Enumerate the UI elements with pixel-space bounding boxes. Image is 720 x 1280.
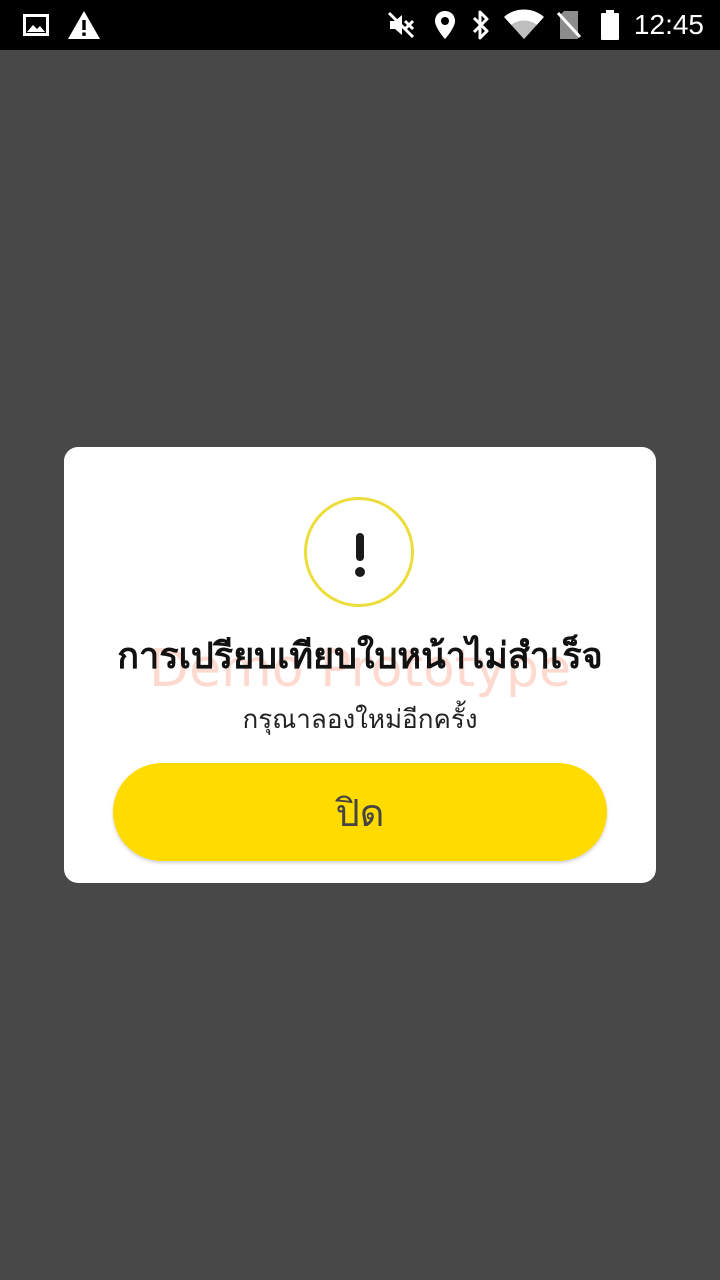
dialog-message: กรุณาลองใหม่อีกครั้ง: [242, 705, 478, 735]
close-button[interactable]: ปิด: [113, 763, 607, 861]
error-dialog: Demo Prototype การเปรียบเทียบใบหน้าไม่สำ…: [64, 447, 656, 883]
image-icon: [22, 0, 50, 50]
location-icon: [432, 0, 458, 50]
no-sim-icon: [554, 0, 584, 50]
bluetooth-icon: [468, 0, 494, 50]
battery-icon: [598, 0, 622, 50]
clock: 12:45: [633, 9, 704, 40]
status-bar: 12:45: [0, 0, 720, 50]
exclamation-icon: [304, 497, 414, 607]
warning-icon: [66, 0, 102, 50]
mute-icon: [384, 0, 418, 50]
wifi-icon: [502, 0, 546, 50]
dialog-title: การเปรียบเทียบใบหน้าไม่สำเร็จ: [117, 636, 603, 677]
